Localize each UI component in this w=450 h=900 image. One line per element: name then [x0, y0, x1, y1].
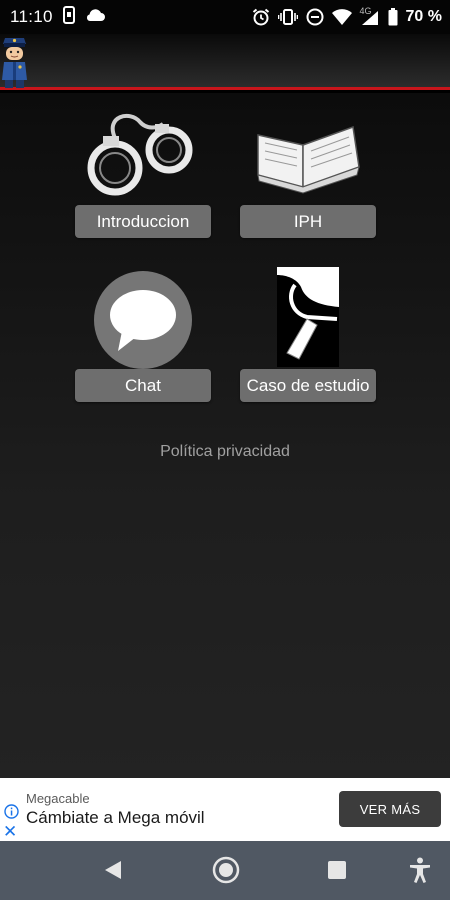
magnifying-glass-icon[interactable]	[277, 267, 339, 372]
battery-icon	[388, 8, 398, 26]
cloud-icon	[85, 8, 105, 27]
ad-banner[interactable]: ✕ Megacable Cámbiate a Mega móvil VER MÁ…	[0, 778, 450, 841]
phone-notification-icon	[62, 5, 75, 29]
ad-close-icon[interactable]: ✕	[3, 822, 17, 842]
system-nav-bar	[0, 841, 450, 900]
privacy-policy-link[interactable]: Política privacidad	[0, 443, 450, 461]
do-not-disturb-icon	[306, 8, 324, 26]
app-bar	[0, 34, 450, 90]
status-time: 11:10	[10, 7, 53, 26]
chat-bubble-icon[interactable]	[94, 271, 192, 374]
chat-button[interactable]: Chat	[75, 369, 211, 402]
accessibility-icon[interactable]	[409, 857, 431, 888]
handcuffs-icon[interactable]	[85, 108, 200, 208]
alarm-icon	[252, 8, 270, 26]
caso-de-estudio-button[interactable]: Caso de estudio	[240, 369, 376, 402]
recents-icon[interactable]	[327, 860, 347, 885]
battery-percent: 70 %	[405, 8, 442, 25]
home-icon[interactable]	[212, 856, 240, 889]
ad-advertiser: Megacable	[26, 791, 90, 806]
signal-icon: 4G	[360, 6, 380, 26]
ad-headline[interactable]: Cámbiate a Mega móvil	[26, 808, 205, 828]
open-book-icon[interactable]	[253, 115, 363, 200]
ad-cta-button[interactable]: VER MÁS	[339, 791, 441, 827]
vibrate-icon	[277, 8, 298, 26]
back-icon[interactable]	[103, 859, 123, 886]
main-menu: Introduccion IPH Chat Caso de estudio Po…	[0, 93, 450, 778]
introduccion-button[interactable]: Introduccion	[75, 205, 211, 238]
ad-info-icon[interactable]	[4, 804, 19, 819]
wifi-icon	[331, 9, 352, 25]
iph-button[interactable]: IPH	[240, 205, 376, 238]
police-officer-logo-icon	[0, 34, 30, 90]
status-bar: 11:10 4G 70 %	[0, 0, 450, 34]
